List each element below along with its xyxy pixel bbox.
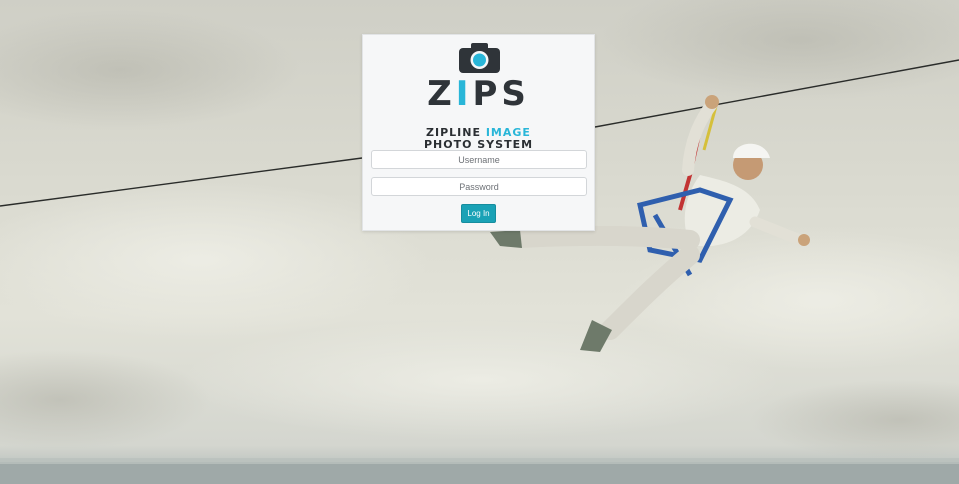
login-button[interactable]: Log In bbox=[461, 204, 496, 223]
password-input[interactable] bbox=[371, 177, 587, 196]
logo-tagline: ZIPLINE IMAGE PHOTO SYSTEM bbox=[423, 126, 534, 151]
username-input[interactable] bbox=[371, 150, 587, 169]
login-card: ZIPS ZIPLINE IMAGE PHOTO SYSTEM Log In bbox=[362, 34, 595, 231]
logo-wordmark: ZIPS bbox=[427, 74, 530, 114]
login-page: ZIPS ZIPLINE IMAGE PHOTO SYSTEM Log In bbox=[0, 0, 959, 484]
camera-icon bbox=[459, 43, 500, 73]
